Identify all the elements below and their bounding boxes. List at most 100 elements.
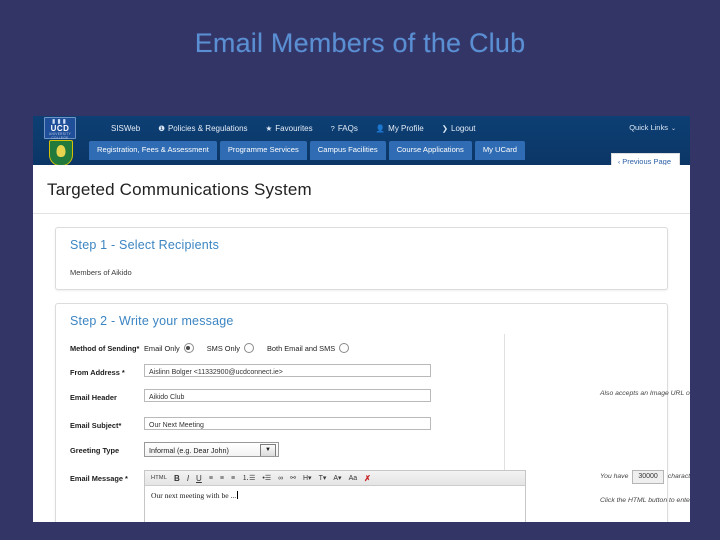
email-message-label: Email Message *	[70, 474, 128, 483]
quick-links-menu[interactable]: Quick Links ⌄	[629, 123, 676, 132]
quick-links-label: Quick Links	[629, 123, 668, 132]
align-center-icon[interactable]: ≡	[217, 473, 227, 484]
numbered-list-icon[interactable]: ⒈☰	[239, 473, 258, 484]
radio-button-sms-only[interactable]	[244, 343, 254, 353]
ucd-shield-icon	[49, 140, 73, 166]
radio-label: Email Only	[144, 343, 180, 353]
method-of-sending-row: Method of Sending* Email Only SMS Only B…	[56, 338, 667, 356]
tab-campus-facilities[interactable]: Campus Facilities	[309, 141, 386, 160]
ucd-logo[interactable]: ▮▮▮ UCD UNIVERSITY COLLEGE DUBLIN	[44, 117, 78, 166]
align-right-icon[interactable]: ≡	[228, 473, 238, 484]
top-nav-label: My Profile	[388, 124, 424, 133]
top-nav-label: Policies & Regulations	[167, 124, 248, 133]
chars-suffix: characters left	[667, 473, 690, 480]
from-address-label: From Address *	[70, 368, 125, 377]
page-body: Targeted Communications System Step 1 - …	[33, 165, 690, 522]
logout-arrow-icon: ❯	[441, 124, 449, 133]
bold-button[interactable]: B	[171, 473, 183, 484]
title-divider	[33, 213, 690, 214]
email-header-label: Email Header	[70, 393, 117, 402]
email-subject-label: Email Subject*	[70, 421, 122, 430]
email-header-hint: Also accepts an Image URL or NONE for no…	[600, 390, 690, 397]
method-of-sending-radios: Email Only SMS Only Both Email and SMS	[144, 340, 667, 353]
radio-label: SMS Only	[206, 343, 240, 353]
radio-option-email-only[interactable]: Email Only	[144, 343, 194, 353]
step1-recipients: Members of Aikido	[70, 268, 132, 277]
chevron-down-icon[interactable]: ▼	[260, 444, 276, 456]
greeting-type-label: Greeting Type	[70, 446, 120, 455]
email-subject-row: Email Subject* Our Next Meeting	[56, 405, 667, 433]
italic-button[interactable]: I	[184, 473, 192, 484]
top-nav-label: SISWeb	[111, 124, 141, 133]
greeting-type-value: Informal (e.g. Dear John)	[149, 446, 229, 455]
clear-formatting-button[interactable]: ✗	[361, 473, 374, 484]
slide-title: Email Members of the Club	[194, 28, 526, 58]
chars-remaining-value: 30000	[632, 470, 664, 484]
email-header-input[interactable]: Aikido Club	[144, 389, 431, 402]
top-nav-item-sisweb[interactable]: SISWeb	[99, 123, 149, 134]
email-message-editor[interactable]: HTML B I U ≡ ≡ ≡ ⒈☰ •☰ ∞ ⚯ H▾ T▾ A▾ Aa ✗…	[144, 470, 526, 522]
radio-label: Both Email and SMS	[267, 343, 336, 353]
step1-panel: Step 1 - Select Recipients Members of Ai…	[55, 227, 668, 290]
top-nav-item-policies[interactable]: ❶ Policies & Regulations	[149, 123, 256, 134]
html-button[interactable]: HTML	[148, 473, 170, 484]
unlink-icon[interactable]: ⚯	[287, 473, 299, 484]
step1-heading: Step 1 - Select Recipients	[70, 238, 220, 252]
email-subject-input[interactable]: Our Next Meeting	[144, 417, 431, 430]
top-nav-label: FAQs	[337, 124, 358, 133]
editor-toolbar: HTML B I U ≡ ≡ ≡ ⒈☰ •☰ ∞ ⚯ H▾ T▾ A▾ Aa ✗	[145, 471, 525, 486]
text-color-button[interactable]: Aa	[346, 473, 361, 484]
method-of-sending-label: Method of Sending*	[70, 344, 140, 353]
top-nav-item-my-profile[interactable]: 👤 My Profile	[367, 123, 433, 134]
required-marker: *	[136, 344, 140, 353]
align-left-icon[interactable]: ≡	[206, 473, 216, 484]
chars-prefix: You have	[600, 473, 629, 480]
policies-icon: ❶	[158, 124, 165, 133]
bullet-list-icon[interactable]: •☰	[259, 473, 274, 484]
heading-dropdown[interactable]: H▾	[300, 473, 315, 484]
greeting-type-row: Greeting Type Informal (e.g. Dear John) …	[56, 433, 667, 459]
character-count-hint: You have 30000 characters left Click the…	[600, 470, 690, 506]
tab-my-ucard[interactable]: My UCard	[474, 141, 526, 160]
question-mark-icon: ?	[330, 124, 335, 133]
link-icon[interactable]: ∞	[275, 473, 286, 484]
text-cursor	[237, 491, 239, 499]
html-button-hint: Click the HTML button to enter a HTML me…	[600, 497, 690, 504]
email-message-row: Email Message * HTML B I U ≡ ≡ ≡ ⒈☰ •☰ ∞…	[56, 459, 690, 522]
top-nav-label: Logout	[451, 124, 476, 133]
page-title: Targeted Communications System	[47, 180, 312, 199]
chevron-down-icon: ⌄	[670, 126, 676, 132]
email-message-text: Our next meeting with be ...	[151, 491, 237, 500]
top-nav-item-favourites[interactable]: ★ Favourites	[257, 123, 322, 134]
ucd-logo-badge: ▮▮▮ UCD UNIVERSITY COLLEGE DUBLIN	[44, 117, 76, 144]
top-navigation: SISWeb ❶ Policies & Regulations ★ Favour…	[99, 123, 485, 134]
user-icon: 👤	[375, 124, 386, 133]
underline-button[interactable]: U	[193, 473, 205, 484]
radio-button-both[interactable]	[339, 343, 350, 353]
star-icon: ★	[265, 124, 273, 133]
from-address-input[interactable]: Aislinn Bolger <11332900@ucdconnect.ie>	[144, 364, 431, 377]
email-message-body[interactable]: Our next meeting with be ...	[145, 486, 525, 522]
ucd-header-bar: ▮▮▮ UCD UNIVERSITY COLLEGE DUBLIN SISWeb…	[33, 116, 690, 171]
step2-panel: Step 2 - Write your message Method of Se…	[55, 303, 690, 522]
top-nav-item-faqs[interactable]: ? FAQs	[322, 123, 367, 134]
primary-tab-bar: Registration, Fees & Assessment Programm…	[89, 141, 526, 160]
email-header-row: Email Header Aikido Club Also accepts an…	[56, 380, 690, 405]
top-nav-label: Favourites	[275, 124, 313, 133]
greeting-type-select[interactable]: Informal (e.g. Dear John) ▼	[144, 442, 279, 457]
tab-course-applications[interactable]: Course Applications	[388, 141, 472, 160]
message-form: Method of Sending* Email Only SMS Only B…	[56, 334, 690, 522]
tab-programme-services[interactable]: Programme Services	[219, 141, 307, 160]
radio-option-sms-only[interactable]: SMS Only	[207, 343, 254, 353]
font-size-dropdown[interactable]: A▾	[330, 473, 344, 484]
from-address-row: From Address * Aislinn Bolger <11332900@…	[56, 356, 667, 380]
top-nav-item-logout[interactable]: ❯ Logout	[433, 123, 485, 134]
ucd-crest-icon	[56, 145, 66, 157]
radio-button-email-only[interactable]	[183, 343, 194, 353]
character-counter: You have 30000 characters left	[600, 470, 690, 484]
embedded-screenshot: ▮▮▮ UCD UNIVERSITY COLLEGE DUBLIN SISWeb…	[33, 116, 690, 522]
tab-registration-fees-assessment[interactable]: Registration, Fees & Assessment	[89, 141, 217, 160]
radio-option-both-email-and-sms[interactable]: Both Email and SMS	[267, 343, 350, 353]
step2-heading: Step 2 - Write your message	[70, 314, 234, 328]
font-dropdown[interactable]: T▾	[316, 473, 330, 484]
